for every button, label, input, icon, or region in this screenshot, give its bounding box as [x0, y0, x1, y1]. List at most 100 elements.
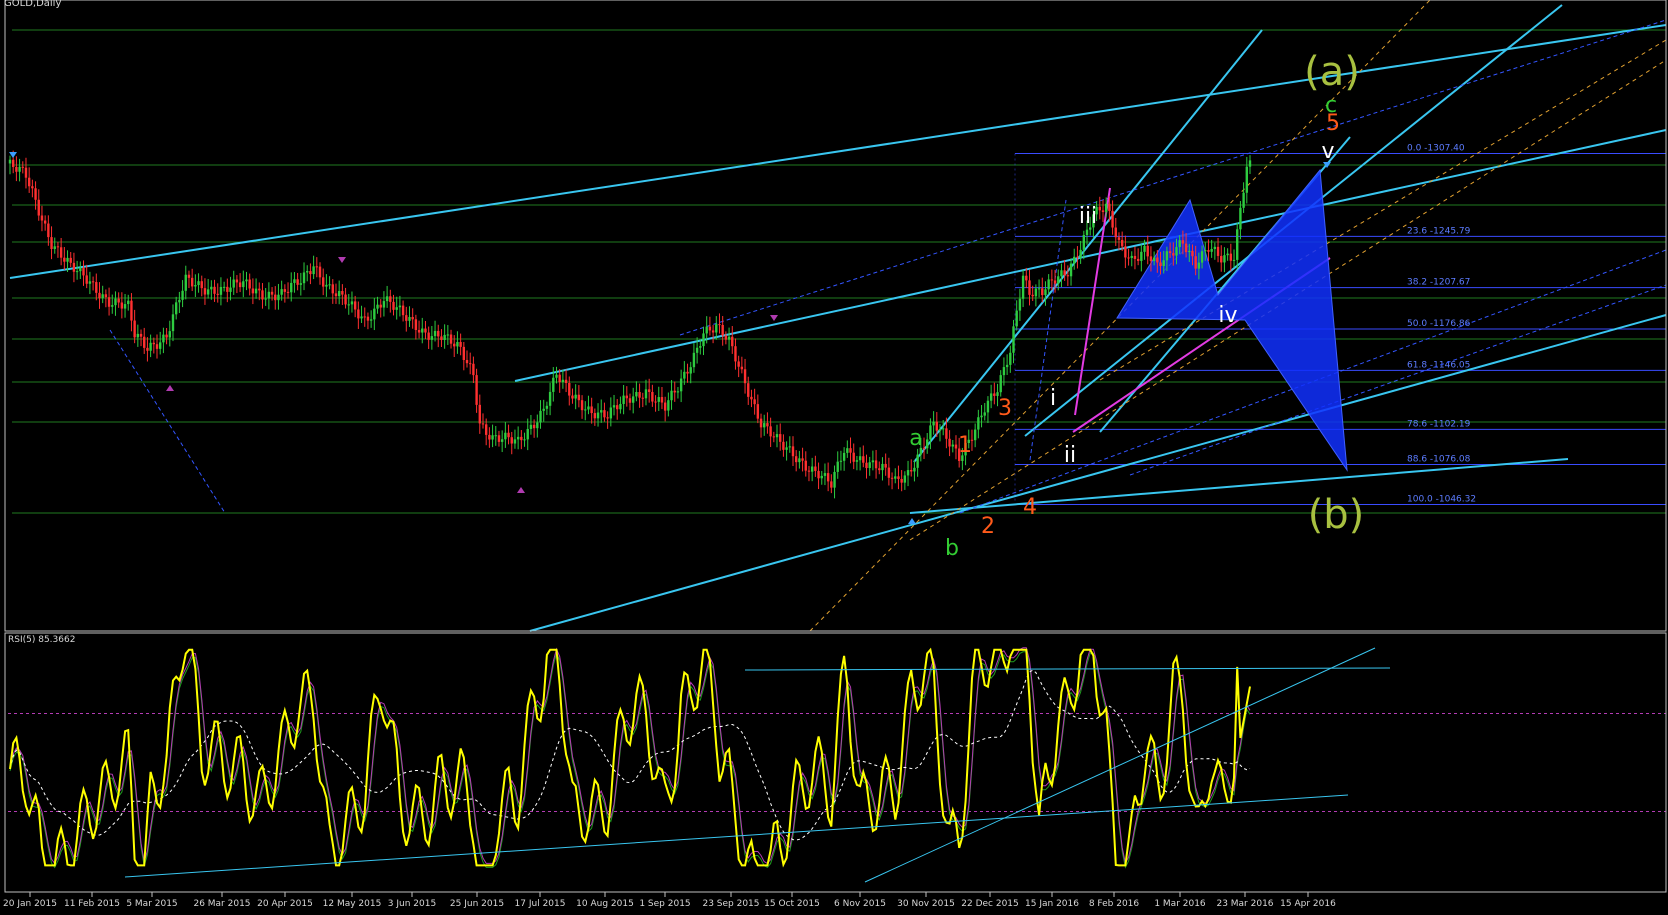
candle-body [1057, 276, 1060, 284]
candle-body [254, 288, 258, 294]
candle-body [558, 374, 561, 383]
candle-body [507, 432, 510, 438]
candle-body [1232, 259, 1236, 261]
candle-body [791, 446, 795, 457]
candle-body [248, 279, 251, 289]
candle-body [817, 470, 820, 479]
candle-body [213, 286, 216, 294]
wave-label: 5 [1326, 111, 1340, 136]
candle-body [916, 454, 919, 468]
candle-body [200, 281, 203, 289]
symbol-title: GOLD,Daily [4, 0, 62, 9]
candle-body [814, 466, 817, 471]
candle-body [683, 371, 686, 379]
candle-body [523, 439, 526, 441]
candle-body [763, 423, 766, 428]
candle-body [616, 405, 619, 410]
candle-body [724, 335, 728, 340]
candle-body [264, 298, 267, 300]
candle-body [612, 405, 616, 408]
candle-body [1165, 251, 1169, 261]
candle-body [1066, 275, 1070, 277]
candle-body [1146, 245, 1149, 257]
candle-body [462, 346, 466, 361]
candle-body [657, 397, 660, 402]
candle-body [1178, 240, 1181, 248]
candle-body [779, 434, 782, 442]
candle-body [91, 281, 95, 283]
main-panel-frame [4, 0, 1667, 632]
candle-body [1133, 255, 1137, 259]
candle-body [903, 475, 907, 483]
candle-body [392, 301, 395, 310]
candle-body [571, 395, 574, 399]
rsi-line [9, 647, 1251, 868]
candle-body [548, 391, 552, 406]
candle-body [59, 247, 63, 258]
candle-body [465, 360, 469, 364]
candle-body [542, 408, 545, 411]
candle-body [644, 389, 648, 399]
candle-body [954, 444, 958, 449]
candle-body [638, 392, 641, 398]
candle-body [226, 286, 229, 292]
candle-body [389, 296, 392, 302]
candle-body [69, 257, 72, 263]
candle-body [72, 262, 76, 272]
candle-body [1162, 260, 1165, 267]
candle-body [114, 298, 117, 306]
candle-body [267, 291, 271, 299]
candle-body [587, 406, 590, 410]
candle-body [641, 397, 644, 399]
candle-body [1005, 364, 1009, 368]
candle-body [807, 470, 811, 472]
candle-body [53, 246, 56, 250]
candle-body [232, 279, 235, 288]
candle-body [555, 374, 558, 378]
candle-body [1216, 246, 1220, 256]
candle-body [1079, 249, 1082, 258]
candle-body [887, 467, 891, 478]
wave-label: iv [1218, 303, 1237, 328]
candle-body [120, 302, 124, 309]
candle-body [245, 279, 248, 282]
trend-line [514, 129, 1667, 382]
candle-body [1213, 246, 1217, 250]
x-tick-label: 30 Nov 2015 [897, 899, 955, 909]
candle-body [408, 317, 411, 321]
candle-body [203, 288, 207, 295]
candle-body [545, 405, 549, 409]
candle-body [871, 460, 875, 463]
candle-body [357, 309, 360, 319]
candle-body [1031, 294, 1034, 297]
candle-body [229, 287, 232, 292]
candle-body [1152, 257, 1156, 262]
candle-body [734, 346, 737, 362]
candle-body [999, 375, 1002, 393]
candle-body [1130, 255, 1133, 258]
candle-body [155, 344, 159, 349]
candle-body [747, 383, 750, 397]
candle-body [449, 334, 453, 344]
candle-body [842, 452, 846, 461]
candle-body [1236, 229, 1239, 260]
candle-body [737, 361, 740, 367]
candle-body [366, 316, 370, 321]
x-tick-label: 6 Nov 2015 [834, 899, 886, 909]
candle-body [897, 476, 900, 479]
candle-body [187, 274, 191, 278]
candle-body [472, 363, 475, 376]
candle-body [868, 462, 871, 469]
candle-body [980, 415, 983, 418]
candle-body [286, 291, 290, 293]
candle-body [1101, 210, 1105, 213]
wave-label: (b) [1308, 492, 1365, 538]
x-tick-label: 23 Mar 2016 [1216, 899, 1273, 909]
candle-body [568, 383, 571, 396]
candle-body [651, 391, 654, 402]
candle-body [647, 389, 651, 392]
candle-body [536, 422, 539, 429]
candle-body [437, 330, 440, 337]
candle-body [510, 437, 513, 444]
candle-body [488, 434, 491, 440]
